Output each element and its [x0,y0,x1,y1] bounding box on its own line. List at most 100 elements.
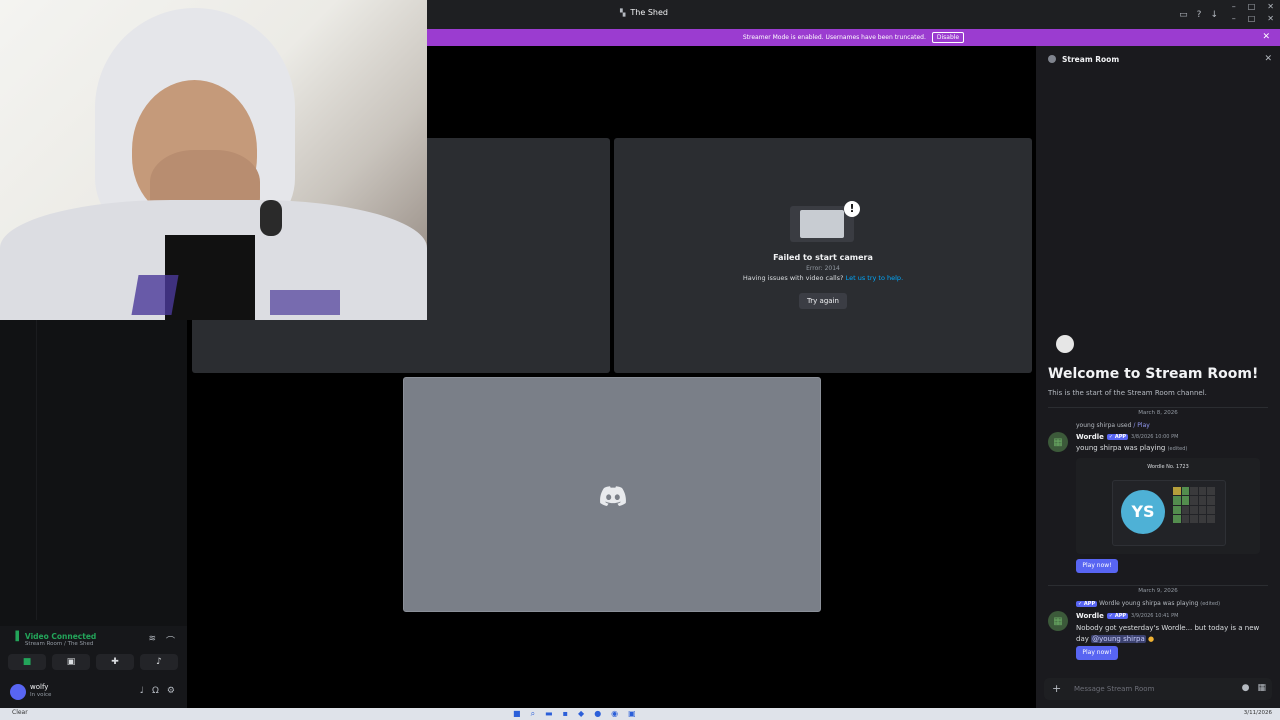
discord-logo-icon [600,486,626,506]
welcome-title: Welcome to Stream Room! [1048,366,1259,382]
attach-plus-icon[interactable]: + [1052,682,1061,695]
warning-icon: ! [844,201,860,217]
message-body-2: Nobody got yesterday's Wordle... but tod… [1076,624,1260,632]
webcam-print-right [270,290,340,315]
wordle-avatar[interactable]: ▦ [1048,432,1068,452]
message-timestamp: 3/8/2026 10:00 PM [1131,434,1179,440]
apps-icon[interactable]: ▦ [1257,683,1266,693]
embed-caption: Wordle No. 1723 [1147,464,1189,470]
start-icon[interactable]: ■ [513,709,521,719]
microphone-icon[interactable]: ♩ [140,686,144,696]
voice-top-icons: ≋ ⌒ [148,634,175,647]
taskbar-weather[interactable]: Clear [12,709,28,716]
play-now-button-2[interactable]: Play now! [1076,646,1118,660]
voice-status[interactable]: ▐ Video Connected Stream Room / The Shed [12,632,96,647]
close-window-icon-2[interactable]: ✕ [1267,13,1274,25]
camera-screen-icon [800,210,844,238]
chat-channel-icon [1048,55,1056,63]
message-header: Wordle ✓ APP 3/8/2026 10:00 PM [1076,433,1178,441]
chat-panel: Stream Room ✕ Welcome to Stream Room! Th… [1036,46,1280,708]
activities-button[interactable]: ✚ [96,654,134,670]
app-badge: ✓ APP [1106,434,1129,440]
user-status: In voice [30,692,52,698]
close-window-icon[interactable]: ✕ [1267,1,1274,13]
screen-share-button[interactable]: ▣ [52,654,90,670]
chat-bubble-icon [1056,335,1074,353]
window-controls: – □ ✕ – □ ✕ [1232,1,1274,25]
banner-close-icon[interactable]: ✕ [1262,32,1270,42]
streamer-mode-banner: Streamer Mode is enabled. Usernames have… [427,29,1280,46]
wordle-grid [1173,487,1215,523]
taskbar-app-icon-2[interactable]: ▪ [563,709,568,719]
user-mention[interactable]: @young shirpa [1091,635,1146,643]
date-divider: March 8, 2026 [1048,407,1268,416]
soundboard-button[interactable]: ♪ [140,654,178,670]
taskbar-apps: ■ ⌕ ▬ ▪ ◆ ● ◉ ▣ [513,709,636,719]
camera-error-illustration: ! [790,201,860,242]
disable-streamer-mode-button[interactable]: Disable [931,32,965,43]
taskbar-app-icon[interactable]: ▬ [545,709,553,719]
reply-user: young shirpa used [1076,422,1132,429]
window-title-text: The Shed [630,8,668,17]
inbox-icon[interactable]: ▭ [1179,10,1188,20]
webcam-shirt [165,235,255,320]
command-reply-line: young shirpa used / Play [1076,422,1150,429]
reply-command[interactable]: / Play [1133,422,1149,429]
help-icon[interactable]: ? [1197,10,1202,20]
message-author-2[interactable]: Wordle [1076,612,1104,620]
command-reply-line-2: ✓ APP Wordle young shirpa was playing (e… [1076,600,1220,607]
taskbar-app-icon-3[interactable]: ◆ [578,709,584,719]
camera-error-help-link[interactable]: Let us try to help. [846,274,904,282]
user-panel: wolfy In voice ♩ Ω ⚙ [0,678,187,708]
camera-error-help-text: Having issues with video calls? [742,274,844,282]
message-input[interactable] [1074,682,1224,696]
taskbar-app-icon-6[interactable]: ▣ [628,709,636,719]
window-title: ▚ The Shed [620,8,668,17]
wordle-embed: Wordle No. 1723 YS [1076,458,1260,554]
avatar[interactable] [10,684,26,700]
title-bar-tools: ▭ ? ↓ [1179,10,1218,20]
video-tile-camera-error[interactable]: ! Failed to start camera Error: 2014 Hav… [614,138,1032,373]
emoji-icon: ● [1147,635,1155,643]
headphones-icon[interactable]: Ω [152,686,159,696]
minimize-icon-2[interactable]: – [1232,13,1236,25]
chat-channel-name: Stream Room [1062,54,1120,64]
message-text-2: Nobody got yesterday's Wordle... but tod… [1076,623,1272,645]
wordle-avatar-2[interactable]: ▦ [1048,611,1068,631]
play-now-button[interactable]: Play now! [1076,559,1118,573]
taskbar-date: 3/11/2026 [1243,710,1272,716]
date-divider-2: March 9, 2026 [1048,585,1268,594]
maximize-icon-2[interactable]: □ [1248,13,1256,25]
download-icon[interactable]: ↓ [1210,10,1218,20]
noise-suppression-icon[interactable]: ≋ [148,634,156,647]
video-tile-placeholder[interactable] [403,377,821,612]
maximize-icon[interactable]: □ [1248,1,1256,13]
headset-mic [260,200,282,236]
composer-icons: ● ▦ [1242,683,1266,693]
reply-text-2: Wordle young shirpa was playing [1099,600,1199,607]
disconnect-icon[interactable]: ⌒ [166,634,175,647]
taskbar-app-icon-5[interactable]: ◉ [611,709,618,719]
taskbar-app-icon-4[interactable]: ● [594,709,601,719]
message-author[interactable]: Wordle [1076,433,1104,441]
user-name[interactable]: wolfy [30,683,48,691]
emoji-picker-icon[interactable]: ● [1242,683,1250,693]
webcam-overlay [0,0,427,320]
close-chat-icon[interactable]: ✕ [1264,54,1272,64]
webcam-print-left [131,275,179,315]
camera-error-code: Error: 2014 [806,265,840,272]
camera-button[interactable]: ■ [8,654,46,670]
app-badge-3: ✓ APP [1106,613,1129,619]
banner-message: Streamer Mode is enabled. Usernames have… [742,34,926,41]
message-body: young shirpa was playing [1076,444,1166,452]
taskbar-search-icon[interactable]: ⌕ [531,709,535,719]
app-badge-2: ✓ APP [1076,601,1098,607]
server-icon: ▚ [620,8,626,17]
minimize-icon[interactable]: – [1232,1,1236,13]
voice-actions: ■ ▣ ✚ ♪ [8,654,178,670]
try-again-button[interactable]: Try again [799,293,847,309]
voice-connection-panel: ▐ Video Connected Stream Room / The Shed… [0,626,187,678]
user-controls: ♩ Ω ⚙ [140,686,175,696]
settings-gear-icon[interactable]: ⚙ [167,686,175,696]
reply-edited-2: (edited) [1200,601,1221,607]
